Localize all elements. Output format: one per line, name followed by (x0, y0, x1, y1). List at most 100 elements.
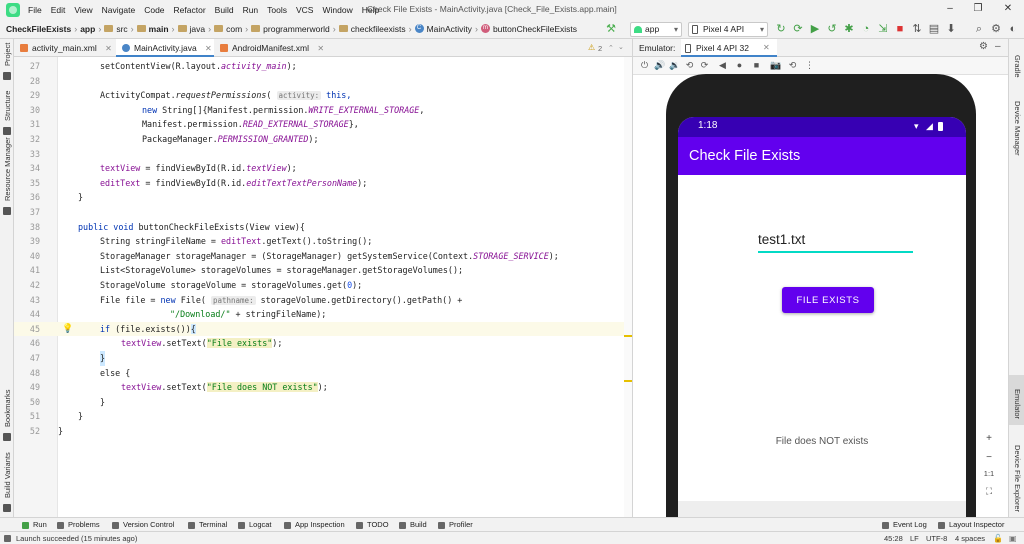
apply-changes-icon[interactable]: ↻ (774, 22, 788, 36)
restore-icon[interactable]: ❐ (972, 3, 984, 15)
menu-build[interactable]: Build (215, 5, 234, 15)
tool-gradle[interactable]: Gradle (1013, 55, 1022, 78)
breadcrumb-mainactivity[interactable]: MainActivity (427, 24, 472, 34)
close-tab-icon[interactable]: ✕ (105, 44, 112, 53)
tool-emulator[interactable]: Emulator (1013, 389, 1022, 419)
chevron-up-icon[interactable]: ⌃ (608, 44, 614, 52)
screenshot-icon[interactable]: 📷 (770, 60, 781, 71)
hammer-icon[interactable]: ⚒ (604, 22, 618, 36)
tool-build[interactable]: Build (399, 519, 427, 531)
menu-tools[interactable]: Tools (267, 5, 287, 15)
minimize-icon[interactable]: – (944, 3, 956, 15)
caret-position[interactable]: 45:28 (884, 533, 903, 544)
apply-code-changes-icon[interactable]: ⟳ (791, 22, 805, 36)
snapshot-icon[interactable]: ⟲ (787, 60, 798, 71)
breadcrumb-java[interactable]: java (190, 24, 206, 34)
breadcrumb-com[interactable]: com (226, 24, 242, 34)
tool-device-file-explorer[interactable]: Device File Explorer (1013, 445, 1022, 512)
tool-version-control[interactable]: Version Control (112, 519, 174, 531)
tool-device-manager[interactable]: Device Manager (1013, 101, 1022, 156)
tab-activity-main-xml[interactable]: activity_main.xml ✕ (14, 39, 116, 57)
sync-gradle-icon[interactable]: ⇅ (910, 22, 924, 36)
status-message[interactable]: Launch succeeded (15 minutes ago) (16, 533, 137, 544)
editor-scrollbar[interactable] (624, 57, 632, 517)
menu-window[interactable]: Window (322, 5, 352, 15)
tool-structure[interactable]: Structure (3, 91, 12, 121)
breadcrumb-src[interactable]: src (116, 24, 127, 34)
tool-profiler[interactable]: Profiler (438, 519, 473, 531)
code-editor[interactable]: 27 setContentView(R.layout.activity_main)… (14, 57, 632, 517)
warning-icon[interactable]: ⚠ (588, 43, 595, 52)
overview-icon[interactable]: ■ (751, 60, 762, 71)
device-manager-icon[interactable]: ▤ (927, 22, 941, 36)
account-icon[interactable]: ◐ (1006, 22, 1020, 36)
stop-icon[interactable]: ■ (893, 22, 907, 36)
warning-marker[interactable] (624, 380, 632, 382)
menu-file[interactable]: File (28, 5, 42, 15)
tool-logcat[interactable]: Logcat (238, 519, 272, 531)
zoom-actual-size-button[interactable]: 1:1 (981, 466, 997, 482)
breadcrumb-app[interactable]: app (80, 24, 95, 34)
menu-edit[interactable]: Edit (51, 5, 66, 15)
zoom-out-button[interactable]: − (981, 450, 997, 466)
close-window-icon[interactable]: ✕ (1002, 3, 1014, 15)
search-icon[interactable]: ⌕ (972, 22, 986, 36)
tool-event-log[interactable]: Event Log (882, 519, 927, 531)
tool-layout-inspector[interactable]: Layout Inspector (938, 519, 1004, 531)
rotate-left-icon[interactable]: ⟲ (684, 60, 695, 71)
power-icon[interactable]: ⏻ (639, 60, 650, 71)
tool-resource-manager[interactable]: Resource Manager (3, 137, 12, 201)
breadcrumb-method[interactable]: buttonCheckFileExists (493, 24, 577, 34)
attach-debugger-icon[interactable]: ⇲ (876, 22, 890, 36)
tool-bookmarks[interactable]: Bookmarks (3, 389, 12, 427)
run-icon[interactable]: ▶ (808, 22, 822, 36)
zoom-fit-icon[interactable]: ⛶ (981, 483, 997, 499)
tool-project[interactable]: Project (3, 43, 12, 66)
breadcrumb-main[interactable]: main (149, 24, 169, 34)
file-encoding[interactable]: UTF-8 (926, 533, 947, 544)
settings-icon[interactable]: ⚙ (989, 22, 1003, 36)
profile-icon[interactable]: ◔ (859, 22, 873, 36)
menu-refactor[interactable]: Refactor (174, 5, 206, 15)
menu-code[interactable]: Code (144, 5, 164, 15)
rotate-right-icon[interactable]: ⟳ (699, 60, 710, 71)
close-tab-icon[interactable]: ✕ (205, 44, 212, 53)
warning-marker[interactable] (624, 335, 632, 337)
tab-androidmanifest-xml[interactable]: AndroidManifest.xml ✕ (214, 39, 326, 57)
line-separator[interactable]: LF (910, 533, 919, 544)
close-tab-icon[interactable]: ✕ (763, 43, 770, 52)
indent-setting[interactable]: 4 spaces (955, 533, 985, 544)
zoom-in-button[interactable]: + (981, 431, 997, 447)
tab-mainactivity-java[interactable]: MainActivity.java ✕ (116, 39, 214, 57)
tool-terminal[interactable]: Terminal (188, 519, 227, 531)
breadcrumb-project[interactable]: CheckFileExists (6, 24, 71, 34)
sdk-manager-icon[interactable]: ⬇ (944, 22, 958, 36)
more-icon[interactable]: ⋮ (804, 60, 815, 71)
tool-todo[interactable]: TODO (356, 519, 389, 531)
file-exists-button[interactable]: FILE EXISTS (782, 287, 874, 313)
settings-icon[interactable]: ⚙ (979, 41, 988, 52)
file-name-input[interactable] (758, 227, 913, 253)
tool-run[interactable]: Run (22, 519, 47, 531)
lightbulb-icon[interactable]: 💡 (62, 322, 73, 337)
device-screen[interactable]: 1:18 ▾ ◢ Check File Exists FILE EXISTS F… (678, 117, 966, 517)
menu-navigate[interactable]: Navigate (102, 5, 136, 15)
volume-up-icon[interactable]: 🔊 (654, 60, 665, 71)
chevron-down-icon[interactable]: ⌄ (618, 43, 624, 51)
device-select[interactable]: Pixel 4 API 32 (688, 22, 768, 47)
volume-down-icon[interactable]: 🔉 (669, 60, 680, 71)
home-icon[interactable]: ● (734, 60, 745, 71)
tool-app-inspection[interactable]: App Inspection (284, 519, 345, 531)
lock-icon[interactable]: 🔓 (993, 534, 1003, 543)
hide-icon[interactable]: – (995, 41, 1001, 52)
close-tab-icon[interactable]: ✕ (317, 44, 324, 53)
tool-build-variants[interactable]: Build Variants (3, 452, 12, 498)
debug-icon[interactable]: ✱ (842, 22, 856, 36)
tool-problems[interactable]: Problems (57, 519, 100, 531)
rerun-icon[interactable]: ↺ (825, 22, 839, 36)
menu-vcs[interactable]: VCS (296, 5, 313, 15)
menu-view[interactable]: View (74, 5, 92, 15)
back-icon[interactable]: ◀ (717, 60, 728, 71)
menu-run[interactable]: Run (243, 5, 259, 15)
breadcrumb-programmerworld[interactable]: programmerworld (263, 24, 330, 34)
